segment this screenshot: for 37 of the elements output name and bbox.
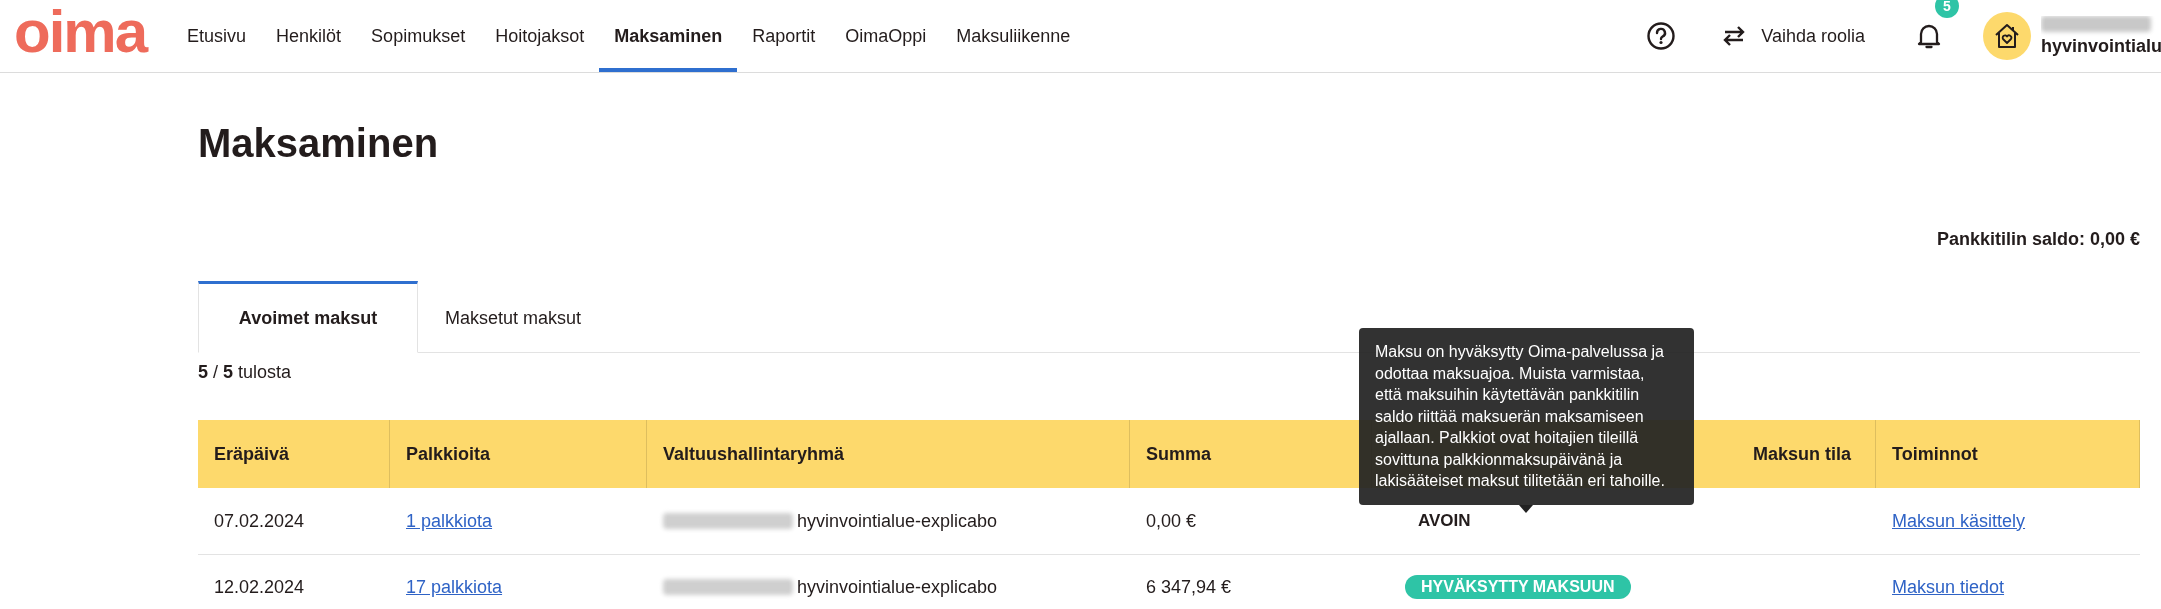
column-header: Valtuushallintaryhmä xyxy=(647,420,1130,488)
status-text: AVOIN xyxy=(1417,511,1471,531)
fees-link[interactable]: 17 palkkiota xyxy=(406,576,503,598)
result-count: 5 / 5 tulosta xyxy=(198,361,292,383)
nav-tab[interactable]: OimaOppi xyxy=(830,4,942,72)
column-header: Toiminnot xyxy=(1876,420,2140,488)
nav-tab[interactable]: Henkilöt xyxy=(261,4,357,72)
bell-icon xyxy=(1917,22,1941,50)
group-name: hyvinvointialue-explicabo xyxy=(797,510,998,532)
nav-tab[interactable]: Hoitojaksot xyxy=(480,4,600,72)
tab[interactable]: Maksetut maksut xyxy=(418,281,609,353)
table-cell-text: 6 347,94 € xyxy=(1145,575,1233,599)
table-cell-text: 12.02.2024 xyxy=(213,575,306,599)
nav-tab[interactable]: Sopimukset xyxy=(356,4,481,72)
column-header: Eräpäivä xyxy=(198,420,390,488)
user-organization: hyvinvointialu xyxy=(2041,35,2161,57)
nav-tab[interactable]: Raportit xyxy=(737,4,831,72)
nav-tab[interactable]: Maksuliikenne xyxy=(941,4,1086,72)
bank-balance: Pankkitilin saldo: 0,00 € xyxy=(1935,228,2140,250)
tab[interactable]: Avoimet maksut xyxy=(198,281,418,353)
tooltip-pointer-icon xyxy=(1519,504,1533,513)
fees-link[interactable]: 1 palkkiota xyxy=(406,510,493,532)
help-button[interactable] xyxy=(1646,21,1677,51)
table-cell: 07.02.2024 xyxy=(198,488,390,555)
help-icon xyxy=(1646,21,1677,51)
page-title: Maksaminen xyxy=(198,120,440,167)
action-link[interactable]: Maksun tiedot xyxy=(1892,576,2005,598)
avatar[interactable] xyxy=(1983,12,2031,60)
action-link[interactable]: Maksun käsittely xyxy=(1892,510,2026,532)
notification-count: 5 xyxy=(1935,0,1959,18)
group-name: hyvinvointialue-explicabo xyxy=(797,576,998,598)
nav-tab[interactable]: Maksaminen xyxy=(599,4,738,72)
nav-tab[interactable]: Etusivu xyxy=(172,4,262,72)
status-badge: HYVÄKSYTTY MAKSUUN xyxy=(1405,575,1631,599)
column-header: Palkkioita xyxy=(390,420,647,488)
house-heart-icon xyxy=(1993,22,2021,50)
switch-role-button[interactable]: Vaihda roolia xyxy=(1721,25,1865,47)
